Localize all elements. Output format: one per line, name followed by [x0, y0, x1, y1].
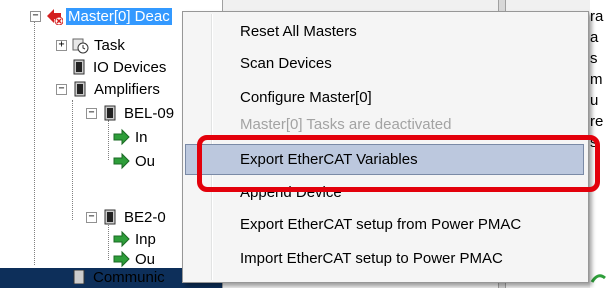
tree-item-label: BEL-09 [124, 104, 175, 122]
menu-item-label: Master[0] Tasks are deactivated [240, 115, 452, 133]
tree-item-inputs[interactable]: In [112, 127, 150, 147]
amplifier-icon [74, 81, 86, 97]
menu-item-reset-all-masters[interactable]: Reset All Masters [185, 16, 584, 47]
tree-item-be2[interactable]: − BE2-0 [86, 207, 168, 227]
menu-item-scan-devices[interactable]: Scan Devices [185, 48, 584, 79]
tree-item-inputs[interactable]: Inp [112, 229, 158, 249]
tree-item-label: Inp [135, 230, 156, 248]
input-arrow-icon [113, 128, 130, 146]
communication-icon [73, 270, 85, 284]
drive-icon [104, 209, 116, 225]
tree-item-label: Ou [135, 152, 156, 170]
tree-item-task[interactable]: + Task [56, 35, 127, 55]
expand-icon[interactable]: + [56, 39, 67, 51]
tree-item-bel-09[interactable]: − BEL-09 [86, 103, 176, 123]
menu-item-import-setup[interactable]: Import EtherCAT setup to Power PMAC [185, 243, 584, 274]
partial-text: s [590, 50, 598, 67]
io-device-icon [73, 59, 85, 75]
collapse-icon[interactable]: − [86, 211, 97, 223]
tree-item-label: Communic [93, 270, 165, 284]
menu-item-label: Export EtherCAT setup from Power PMAC [240, 216, 522, 233]
tree-item-master[interactable]: − Master[0] Deac [30, 6, 172, 26]
highlight-annotation [197, 135, 600, 192]
partial-text: m [590, 71, 603, 88]
collapse-icon[interactable]: − [56, 83, 67, 95]
tree-item-outputs[interactable]: Ou [112, 249, 157, 269]
output-arrow-icon [113, 152, 130, 170]
menu-item-tasks-deactivated: Master[0] Tasks are deactivated [185, 114, 584, 134]
refresh-icon[interactable] [590, 268, 607, 288]
menu-item-label: Reset All Masters [240, 23, 357, 40]
menu-item-label: Configure Master[0] [240, 89, 372, 106]
tree-item-label: Task [94, 36, 125, 54]
tree-item-outputs[interactable]: Ou [112, 151, 157, 171]
tree-item-io-devices[interactable]: IO Devices [70, 57, 168, 77]
tree-item-label: In [135, 128, 148, 146]
master-deactivated-icon [47, 9, 63, 25]
partial-text: re [590, 113, 604, 130]
collapse-icon[interactable]: − [30, 10, 41, 22]
tree-connector [72, 100, 73, 220]
tree-item-label: BE2-0 [124, 208, 166, 226]
output-arrow-icon [113, 250, 130, 268]
tree-connector [108, 120, 109, 160]
input-arrow-icon [113, 230, 130, 248]
tree-item-label: IO Devices [93, 58, 167, 76]
menu-item-label: Import EtherCAT setup to Power PMAC [240, 250, 503, 267]
partial-text: ra [590, 8, 604, 25]
tree-connector [108, 225, 109, 260]
tree-item-label: Ou [135, 250, 156, 268]
tree-item-amplifiers[interactable]: − Amplifiers [56, 79, 162, 99]
task-clock-icon [72, 38, 89, 54]
drive-icon [104, 105, 116, 121]
menu-item-export-setup[interactable]: Export EtherCAT setup from Power PMAC [185, 209, 584, 240]
partial-text: a [590, 29, 599, 46]
tree-connector [34, 20, 35, 265]
partial-text: u [590, 92, 599, 109]
tree-item-communication[interactable]: Communic [70, 270, 167, 284]
menu-item-configure-master[interactable]: Configure Master[0] [185, 82, 584, 113]
menu-item-label: Scan Devices [240, 55, 332, 72]
tree-item-label: Master[0] Deac [66, 7, 172, 25]
tree-item-label: Amplifiers [94, 80, 160, 98]
collapse-icon[interactable]: − [86, 107, 97, 119]
